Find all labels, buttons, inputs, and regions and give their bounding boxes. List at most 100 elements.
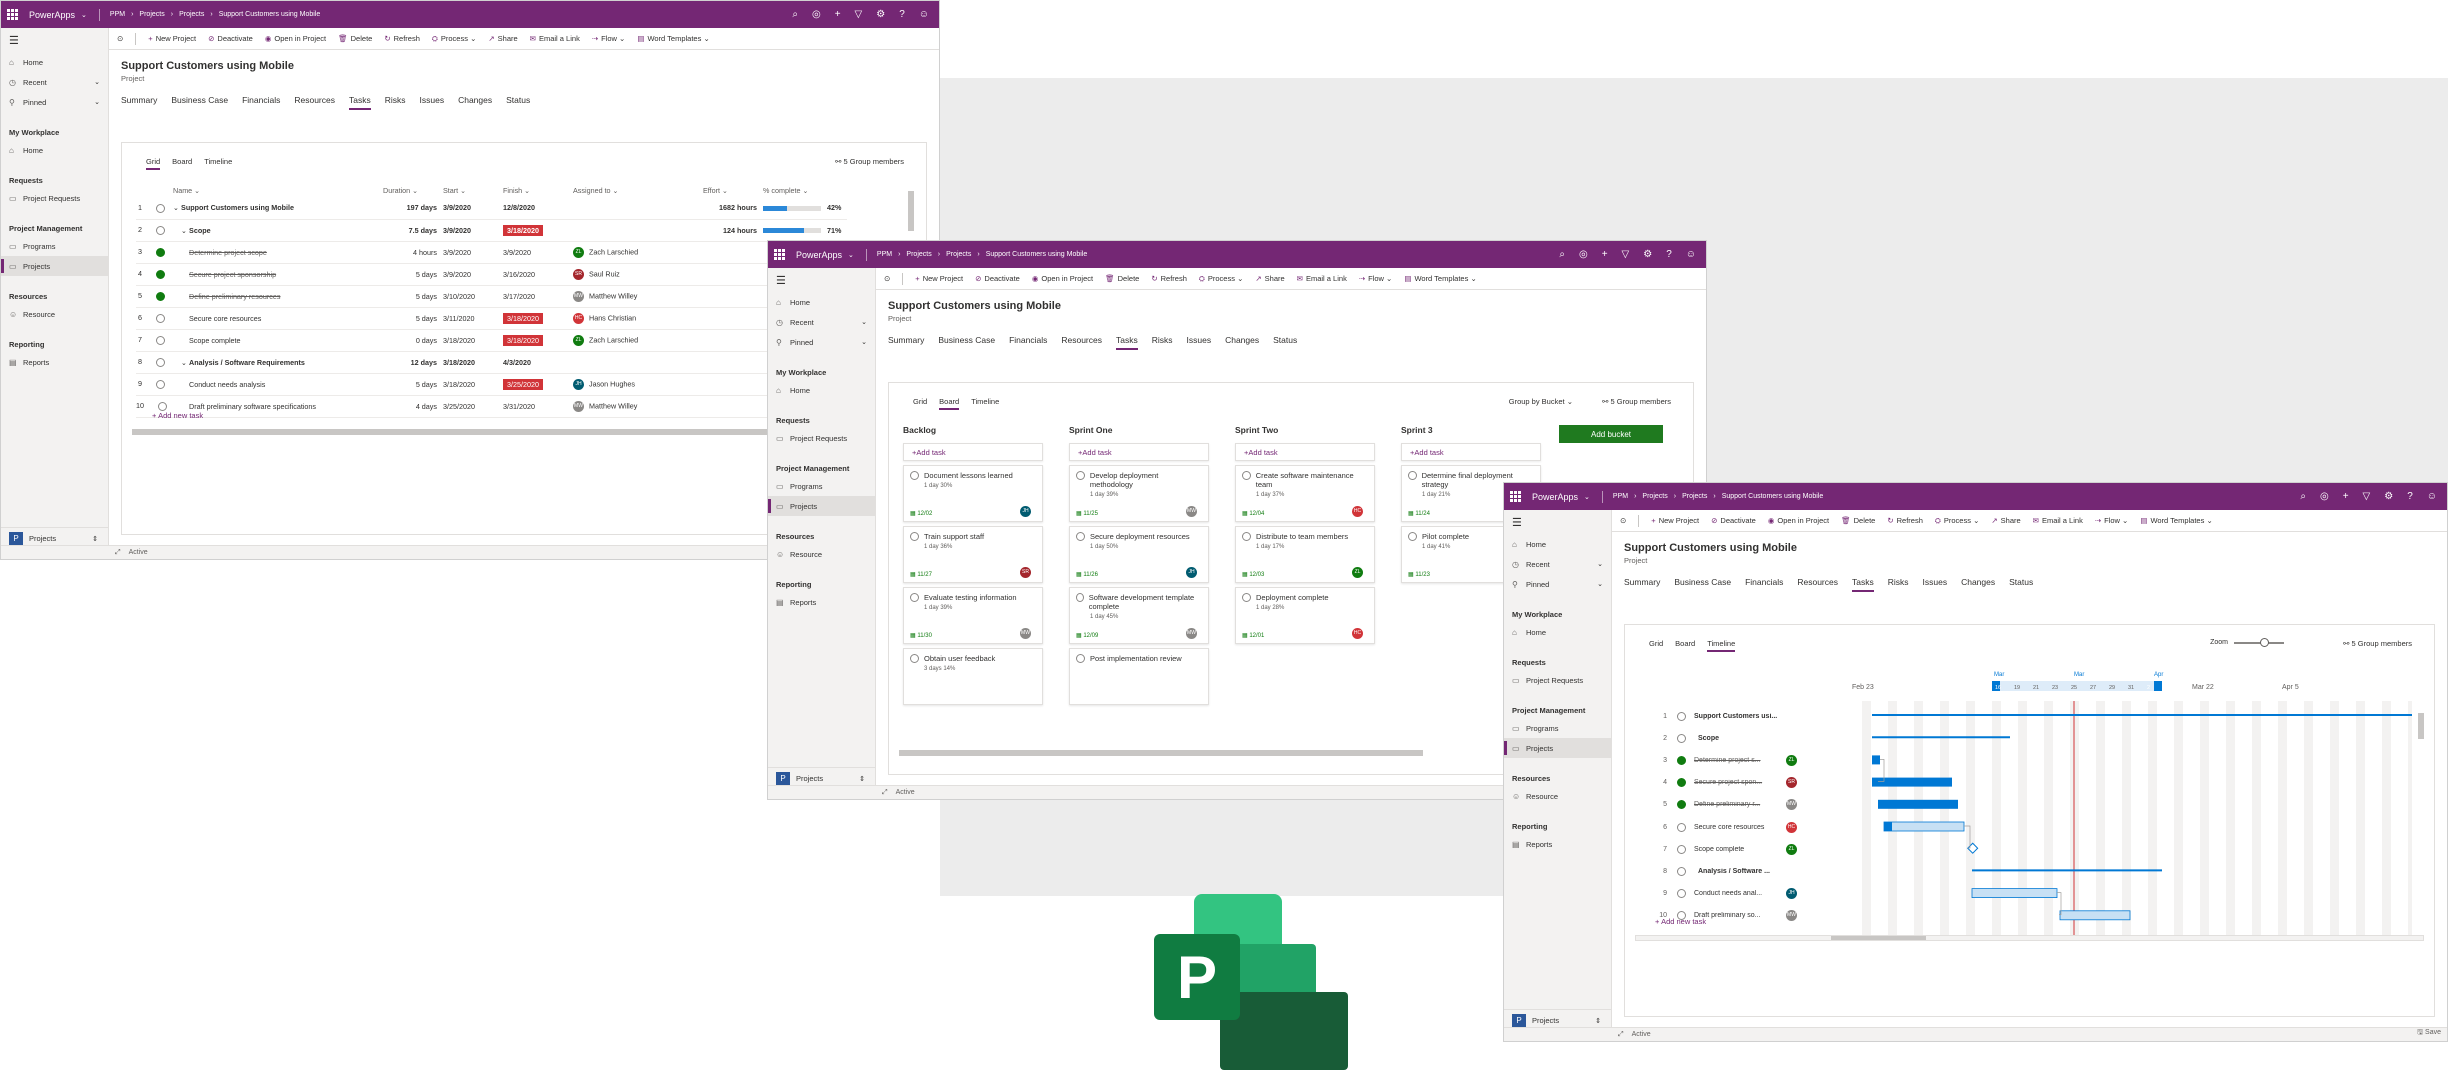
delete-button[interactable]: 🗑 Delete xyxy=(338,34,372,43)
vertical-scrollbar[interactable] xyxy=(2418,713,2424,739)
completion-checkbox[interactable] xyxy=(156,379,165,389)
tab-risks[interactable]: Risks xyxy=(385,95,406,110)
completion-checkbox[interactable] xyxy=(910,593,919,602)
table-row[interactable]: 2 Scope xyxy=(1637,727,1837,749)
new-icon[interactable]: + xyxy=(835,9,841,20)
completion-checkbox[interactable] xyxy=(1076,532,1085,541)
column-header[interactable]: Assigned to ⌄ xyxy=(573,183,703,197)
task-name[interactable]: Determine project s... xyxy=(1694,757,1786,764)
completion-checkbox[interactable] xyxy=(910,471,919,480)
table-row[interactable]: 5 Define preliminary r... MW xyxy=(1637,794,1837,816)
task-name[interactable]: Draft preliminary so... xyxy=(1694,912,1786,919)
tab-business-case[interactable]: Business Case xyxy=(938,335,995,350)
filter-icon[interactable]: ▽ xyxy=(855,9,863,20)
new-project-button[interactable]: + New Project xyxy=(1651,516,1699,525)
completion-checkbox[interactable] xyxy=(158,401,167,411)
add-bucket-button[interactable]: Add bucket xyxy=(1559,425,1663,443)
tab-issues[interactable]: Issues xyxy=(1187,335,1212,350)
sidebar-item-programs[interactable]: ▭ Programs xyxy=(1,236,108,256)
process-button[interactable]: ⛭ Process ⌄ xyxy=(432,34,476,44)
word-templates-button[interactable]: ▤ Word Templates ⌄ xyxy=(2140,516,2212,525)
completion-checkbox[interactable] xyxy=(1242,471,1251,480)
refresh-button[interactable]: ↻ Refresh xyxy=(1887,516,1923,525)
sidebar-item-resource[interactable]: ☺ Resource xyxy=(1,304,108,324)
sidebar-item-projects[interactable]: ▭ Projects xyxy=(768,496,875,516)
collapse-chevron-icon[interactable]: ⌄ xyxy=(181,358,189,367)
environment-name[interactable]: PPM xyxy=(1613,493,1628,500)
task-name[interactable]: Conduct needs anal... xyxy=(1694,890,1786,897)
breadcrumb-item[interactable]: Projects xyxy=(1682,493,1707,500)
completion-checkbox[interactable] xyxy=(1677,778,1686,788)
settings-gear-icon[interactable]: ⚙ xyxy=(1643,249,1652,260)
completion-checkbox[interactable] xyxy=(1677,866,1686,876)
assignee-name[interactable]: Matthew Willey xyxy=(589,401,637,410)
add-task-button[interactable]: + Add task xyxy=(1235,443,1375,461)
breadcrumb-item[interactable]: Support Customers using Mobile xyxy=(1722,493,1824,500)
task-card[interactable]: Secure deployment resources 1 day 50% ▦ 11… xyxy=(1069,526,1209,583)
search-icon[interactable]: ⌕ xyxy=(792,9,798,20)
table-row[interactable]: 8 ⌄ Analysis / Software Requirements 12 da… xyxy=(136,351,848,374)
sidebar-item-projects[interactable]: ▭ Projects xyxy=(1,256,108,276)
add-task-button[interactable]: + Add task xyxy=(903,443,1043,461)
table-row[interactable]: 4 Secure project spon... SR xyxy=(1637,772,1837,794)
tab-risks[interactable]: Risks xyxy=(1888,577,1909,592)
breadcrumb-item[interactable]: Projects xyxy=(179,11,204,18)
app-launcher-icon[interactable] xyxy=(774,248,786,261)
sidebar-item-projects[interactable]: ▭ Projects xyxy=(1504,738,1611,758)
sidebar-item-resource[interactable]: ☺ Resource xyxy=(1504,786,1611,806)
column-header[interactable]: Effort ⌄ xyxy=(703,183,763,197)
completion-checkbox[interactable] xyxy=(156,313,165,323)
tab-changes[interactable]: Changes xyxy=(458,95,492,110)
tab-status[interactable]: Status xyxy=(1273,335,1297,350)
sidebar-item-reports[interactable]: ▤ Reports xyxy=(1,352,108,372)
back-icon[interactable]: ⊙ xyxy=(884,274,890,283)
task-name[interactable]: Analysis / Software Requirements xyxy=(189,358,305,367)
view-tab-board[interactable]: Board xyxy=(1675,639,1695,652)
tab-resources[interactable]: Resources xyxy=(294,95,335,110)
sidebar-item-home[interactable]: ⌂ Home xyxy=(1504,534,1611,554)
back-icon[interactable]: ⊙ xyxy=(117,34,123,43)
tab-business-case[interactable]: Business Case xyxy=(1674,577,1731,592)
table-row[interactable]: 1 ⌄ Support Customers using Mobile 197 day… xyxy=(136,197,848,220)
flow-button[interactable]: ⇢ Flow ⌄ xyxy=(2095,516,2129,525)
user-profile-icon[interactable]: ☺ xyxy=(1686,249,1696,260)
completion-checkbox[interactable] xyxy=(156,203,165,213)
filter-icon[interactable]: ▽ xyxy=(1622,249,1630,260)
completion-checkbox[interactable] xyxy=(910,654,919,663)
new-icon[interactable]: + xyxy=(1602,249,1608,260)
search-icon[interactable]: ⌕ xyxy=(2300,491,2306,502)
sidebar-item-home[interactable]: ⌂ Home xyxy=(1504,622,1611,642)
delete-button[interactable]: 🗑 Delete xyxy=(1841,516,1875,525)
hamburger-menu-icon[interactable]: ☰ xyxy=(1504,516,1611,534)
app-launcher-icon[interactable] xyxy=(7,8,19,21)
user-profile-icon[interactable]: ☺ xyxy=(919,9,929,20)
view-tab-grid[interactable]: Grid xyxy=(146,157,161,170)
environment-name[interactable]: PPM xyxy=(110,11,125,18)
assistant-icon[interactable]: ◎ xyxy=(812,9,821,20)
completion-checkbox[interactable] xyxy=(910,532,919,541)
tab-issues[interactable]: Issues xyxy=(420,95,445,110)
tab-summary[interactable]: Summary xyxy=(1624,577,1660,592)
new-project-button[interactable]: + New Project xyxy=(915,274,963,283)
sidebar-item-pinned[interactable]: ⚲ Pinned ⌄ xyxy=(1504,574,1611,594)
share-button[interactable]: ↗ Share xyxy=(488,34,517,43)
process-button[interactable]: ⛭ Process ⌄ xyxy=(1935,516,1979,526)
word-templates-button[interactable]: ▤ Word Templates ⌄ xyxy=(637,34,709,43)
breadcrumb-item[interactable]: Support Customers using Mobile xyxy=(986,251,1088,258)
table-row[interactable]: 1 Support Customers usi... xyxy=(1637,705,1837,727)
task-card[interactable]: Develop deployment methodology 1 day 39% ▦… xyxy=(1069,465,1209,522)
column-header[interactable]: Start ⌄ xyxy=(443,183,503,197)
collapse-chevron-icon[interactable]: ⌄ xyxy=(173,203,181,212)
task-card[interactable]: Deployment complete 1 day 28% ▦ 12/01 HC xyxy=(1235,587,1375,644)
completion-checkbox[interactable] xyxy=(1677,844,1686,854)
task-card[interactable]: Post implementation review xyxy=(1069,648,1209,705)
completion-checkbox[interactable] xyxy=(1677,822,1686,832)
sidebar-item-project-requests[interactable]: ▭ Project Requests xyxy=(1,188,108,208)
task-card[interactable]: Software development template complete 1 … xyxy=(1069,587,1209,644)
view-tab-timeline[interactable]: Timeline xyxy=(1707,639,1736,652)
breadcrumb-item[interactable]: Projects xyxy=(946,251,971,258)
tab-changes[interactable]: Changes xyxy=(1961,577,1995,592)
horizontal-scrollbar[interactable] xyxy=(899,750,1423,756)
view-tab-board[interactable]: Board xyxy=(172,157,192,170)
new-icon[interactable]: + xyxy=(2343,491,2349,502)
